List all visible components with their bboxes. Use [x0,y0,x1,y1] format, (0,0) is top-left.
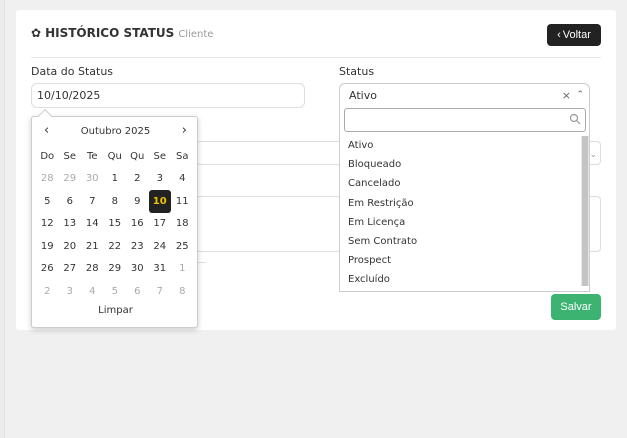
status-select[interactable]: Ativo × ⌃ [339,83,590,108]
calendar-day[interactable]: 7 [149,280,172,303]
calendar-day[interactable]: 4 [81,280,104,303]
calendar-day[interactable]: 12 [36,213,59,236]
dropdown-scrollbar[interactable] [581,136,589,286]
calendar-day[interactable]: 7 [81,190,104,213]
calendar-day[interactable]: 11 [171,190,194,213]
calendar-day[interactable]: 30 [126,258,149,281]
calendar-day[interactable]: 1 [171,258,194,281]
left-sidebar-strip [0,0,5,438]
card-header: ✿ HISTÓRICO STATUS Cliente [31,26,213,40]
calendar-day[interactable]: 17 [149,213,172,236]
calendar-day[interactable]: 4 [171,168,194,191]
calendar-day[interactable]: 6 [59,190,82,213]
back-button[interactable]: ‹ Voltar [547,24,601,46]
calendar-day[interactable]: 20 [59,235,82,258]
weekday-header: Do [40,150,55,162]
calendar-day[interactable]: 15 [104,213,127,236]
calendar-day[interactable]: 28 [36,168,59,191]
status-label: Status [339,65,375,78]
calendar-day[interactable]: 8 [104,190,127,213]
save-button[interactable]: Salvar [551,294,601,320]
weekday-header: Te [86,150,98,162]
weekday-header: Qu [107,150,122,162]
calendar-day[interactable]: 1 [104,168,127,191]
calendar-day[interactable]: 2 [36,280,59,303]
date-label: Data do Status [31,65,114,78]
gear-icon: ✿ [31,26,42,40]
status-dropdown: Ativo Bloqueado Cancelado Em Restrição Em Li… [339,108,590,292]
weekday-header: Qu [130,150,145,162]
calendar-day[interactable]: 24 [149,235,172,258]
calendar-day[interactable]: 6 [126,280,149,303]
calendar-day[interactable]: 2 [126,168,149,191]
calendar-day[interactable]: 5 [36,190,59,213]
calendar-day[interactable]: 3 [59,280,82,303]
calendar-day[interactable]: 13 [59,213,82,236]
clear-icon[interactable]: × [562,89,571,102]
status-option[interactable]: Sem Contrato [340,232,580,251]
calendar-day[interactable]: 23 [126,235,149,258]
status-option[interactable]: Em Restrição [340,194,580,213]
page-subtitle: Cliente [178,29,214,40]
calendar-day[interactable]: 9 [126,190,149,213]
scrollbar-thumb[interactable] [582,136,588,286]
clear-date-button[interactable]: Limpar [32,305,199,316]
status-search-input[interactable] [344,108,586,132]
back-button-label: Voltar [562,29,591,41]
datepicker-popup: ‹ Outubro 2025 › Do Se Te Qu Qu Se Sa 28 29 30 1 2 3… [31,108,199,328]
calendar-grid: Do Se Te Qu Qu Se Sa 28 29 30 1 2 3 4 5 6 7 8 9 10 11 12 13 14 1… [36,145,194,303]
weekday-header: Sa [176,150,189,162]
calendar-day[interactable]: 5 [104,280,127,303]
month-label: Outubro 2025 [80,126,151,137]
weekday-header: Se [63,150,77,162]
calendar-day[interactable]: 21 [81,235,104,258]
calendar-day[interactable]: 14 [81,213,104,236]
calendar-day[interactable]: 25 [171,235,194,258]
next-month-icon[interactable]: › [182,123,187,138]
calendar-day[interactable]: 22 [104,235,127,258]
calendar-day[interactable]: 28 [81,258,104,281]
status-option[interactable]: Cancelado [340,174,580,193]
status-option[interactable]: Excluído [340,270,580,289]
calendar-day[interactable]: 27 [59,258,82,281]
calendar-day[interactable]: 10 [148,190,171,213]
calendar-day[interactable]: 19 [36,235,59,258]
calendar-day[interactable]: 3 [149,168,172,191]
calendar-day[interactable]: 29 [59,168,82,191]
datepicker-header: ‹ Outubro 2025 › [32,123,199,141]
status-option[interactable]: Em Licença [340,213,580,232]
calendar-day[interactable]: 26 [36,258,59,281]
date-input[interactable]: 10/10/2025 [31,83,305,108]
calendar-day[interactable]: 16 [126,213,149,236]
weekday-header: Se [153,150,167,162]
status-option[interactable]: Prospect [340,251,580,270]
status-option[interactable]: Bloqueado [340,155,580,174]
status-select-value: Ativo [349,89,377,102]
status-options-list: Ativo Bloqueado Cancelado Em Restrição Em Li… [340,136,580,290]
chevron-up-icon[interactable]: ⌃ [576,90,584,100]
calendar-day[interactable]: 30 [81,168,104,191]
date-input-value: 10/10/2025 [37,89,101,102]
status-option[interactable]: Ativo [340,136,580,155]
calendar-day[interactable]: 29 [104,258,127,281]
calendar-day[interactable]: 18 [171,213,194,236]
page-title: HISTÓRICO STATUS [45,26,175,40]
chevron-down-icon: ⌄ [589,150,597,160]
search-icon [569,113,581,125]
calendar-day[interactable]: 8 [171,280,194,303]
chevron-left-icon: ‹ [557,29,561,41]
header-divider [31,57,601,58]
calendar-day[interactable]: 31 [149,258,172,281]
